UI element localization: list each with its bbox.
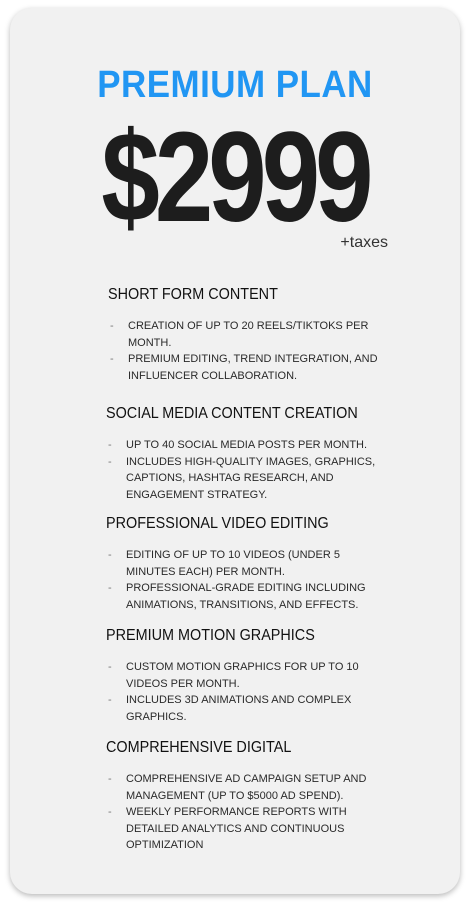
feature-section-motion-graphics: PREMIUM MOTION GRAPHICS - CUSTOM MOTION G… <box>106 626 376 725</box>
list-item: - INCLUDES HIGH-QUALITY IMAGES, GRAPHICS,… <box>106 454 376 504</box>
feature-section-social-media: SOCIAL MEDIA CONTENT CREATION - UP TO 40 … <box>106 404 376 503</box>
dash-bullet-icon: - <box>108 582 112 594</box>
price-note: +taxes <box>340 234 388 251</box>
list-item-text: WEEKLY PERFORMANCE REPORTS WITH DETAILED… <box>126 806 347 851</box>
section-title: SOCIAL MEDIA CONTENT CREATION <box>106 405 358 422</box>
section-title: PREMIUM MOTION GRAPHICS <box>106 627 315 644</box>
plan-price: $2999 <box>101 106 373 249</box>
list-item-text: INCLUDES 3D ANIMATIONS AND COMPLEX GRAPH… <box>126 694 352 723</box>
dash-bullet-icon: - <box>108 549 112 561</box>
feature-list: - EDITING OF UP TO 10 VIDEOS (UNDER 5 MIN… <box>106 547 376 613</box>
list-item: - CREATION OF UP TO 20 REELS/TIKTOKS PER … <box>108 318 378 351</box>
list-item-text: CREATION OF UP TO 20 REELS/TIKTOKS PER M… <box>128 320 369 349</box>
list-item-text: INCLUDES HIGH-QUALITY IMAGES, GRAPHICS, … <box>126 455 376 501</box>
list-item: - CUSTOM MOTION GRAPHICS FOR UP TO 10 VID… <box>106 659 376 692</box>
list-item: - PREMIUM EDITING, TREND INTEGRATION, AND… <box>108 351 378 384</box>
section-title: COMPREHENSIVE DIGITAL <box>106 739 292 756</box>
dash-bullet-icon: - <box>108 455 112 468</box>
feature-list: - COMPREHENSIVE AD CAMPAIGN SETUP AND MAN… <box>106 771 376 854</box>
feature-list: - CUSTOM MOTION GRAPHICS FOR UP TO 10 VID… <box>106 659 376 725</box>
list-item-text: EDITING OF UP TO 10 VIDEOS (UNDER 5 MINU… <box>126 549 340 578</box>
list-item: - COMPREHENSIVE AD CAMPAIGN SETUP AND MAN… <box>106 771 376 804</box>
list-item-text: UP TO 40 SOCIAL MEDIA POSTS PER MONTH. <box>126 439 368 451</box>
dash-bullet-icon: - <box>110 353 114 365</box>
dash-bullet-icon: - <box>108 439 112 451</box>
dash-bullet-icon: - <box>108 773 112 785</box>
feature-list: - UP TO 40 SOCIAL MEDIA POSTS PER MONTH. … <box>106 437 376 503</box>
dash-bullet-icon: - <box>110 320 114 332</box>
list-item: - UP TO 40 SOCIAL MEDIA POSTS PER MONTH. <box>106 437 376 454</box>
pricing-card: PREMIUM PLAN $2999 +taxes SHORT FORM CON… <box>10 8 460 894</box>
dash-bullet-icon: - <box>108 661 112 673</box>
list-item: - INCLUDES 3D ANIMATIONS AND COMPLEX GRAP… <box>106 692 376 725</box>
feature-section-video-editing: PROFESSIONAL VIDEO EDITING - EDITING OF U… <box>106 514 376 613</box>
plan-title: PREMIUM PLAN <box>97 64 373 106</box>
list-item: - EDITING OF UP TO 10 VIDEOS (UNDER 5 MIN… <box>106 547 376 580</box>
list-item-text: COMPREHENSIVE AD CAMPAIGN SETUP AND MANA… <box>126 773 367 802</box>
feature-section-comprehensive-digital: COMPREHENSIVE DIGITAL - COMPREHENSIVE AD … <box>106 738 376 854</box>
feature-list: - CREATION OF UP TO 20 REELS/TIKTOKS PER … <box>108 318 378 384</box>
section-title: PROFESSIONAL VIDEO EDITING <box>106 515 329 532</box>
list-item-text: PROFESSIONAL-GRADE EDITING INCLUDING ANI… <box>126 582 366 611</box>
list-item: - WEEKLY PERFORMANCE REPORTS WITH DETAILE… <box>106 804 376 854</box>
dash-bullet-icon: - <box>108 694 112 706</box>
list-item-text: PREMIUM EDITING, TREND INTEGRATION, AND … <box>128 353 378 382</box>
list-item-text: CUSTOM MOTION GRAPHICS FOR UP TO 10 VIDE… <box>126 661 359 690</box>
feature-section-short-form: SHORT FORM CONTENT - CREATION OF UP TO 20… <box>108 285 378 384</box>
section-title: SHORT FORM CONTENT <box>108 286 278 303</box>
dash-bullet-icon: - <box>108 806 112 818</box>
list-item: - PROFESSIONAL-GRADE EDITING INCLUDING AN… <box>106 580 376 613</box>
